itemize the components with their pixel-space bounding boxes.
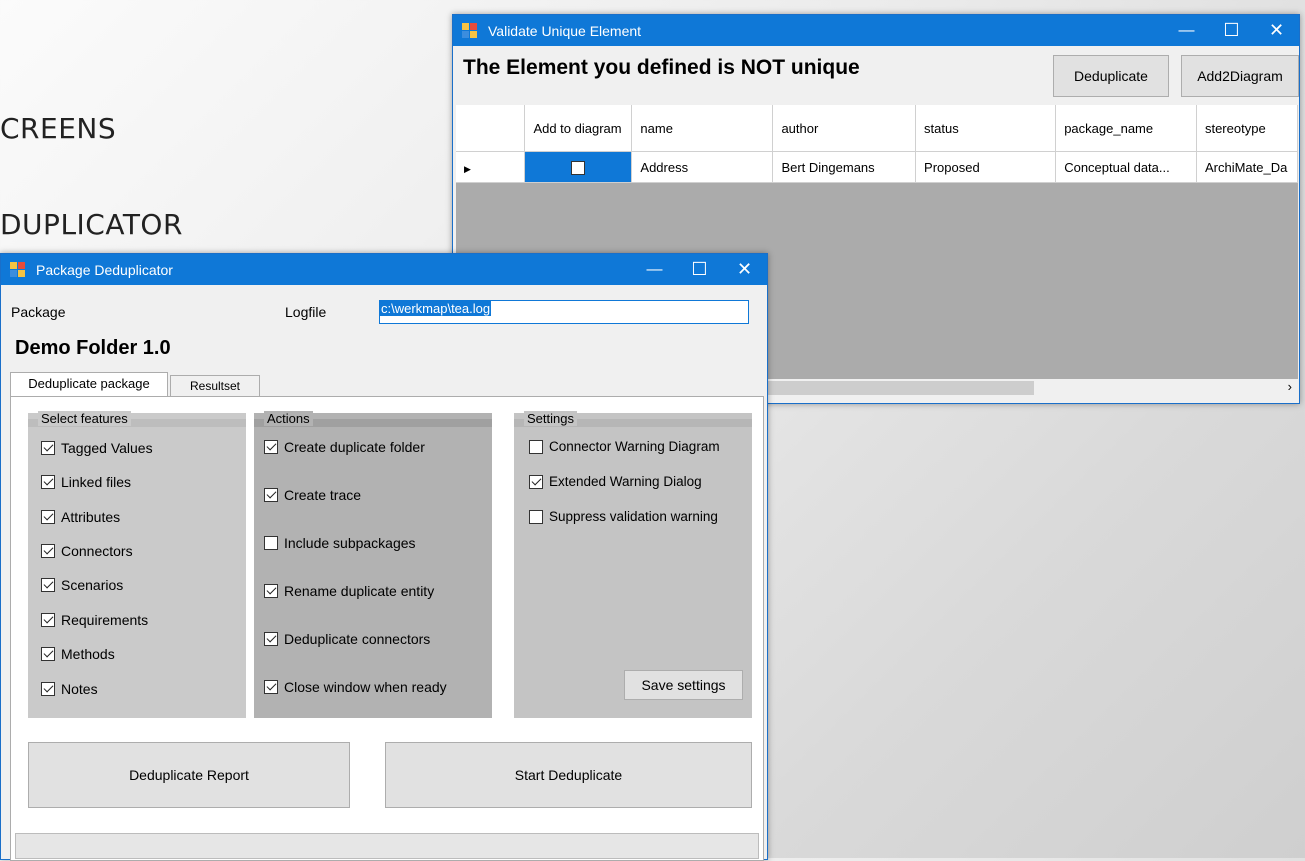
create-trace-checkbox[interactable]: Create trace [264,487,361,503]
maximize-icon[interactable]: ☐ [677,254,722,285]
attributes-checkbox[interactable]: Attributes [41,509,120,525]
row-pointer-icon: ▶ [464,163,471,174]
scenarios-checkbox[interactable]: Scenarios [41,577,123,593]
include-subpackages-checkbox[interactable]: Include subpackages [264,535,416,551]
logfile-value: c:\werkmap\tea.log [380,301,492,316]
checkbox-icon [529,474,543,489]
dedup-title: Package Deduplicator [36,261,173,278]
slide-heading-screens: CREENS [0,112,117,145]
rename-duplicate-entity-checkbox[interactable]: Rename duplicate entity [264,583,434,599]
close-icon[interactable]: ✕ [722,254,767,285]
grid-header-status[interactable]: status [915,105,1057,152]
checkbox-icon [41,544,55,558]
deduplicate-tab-page: Select features Tagged Values Linked fil… [10,396,764,861]
progress-bar [15,833,759,859]
grid-header-name[interactable]: name [631,105,774,152]
dedup-window: Package Deduplicator — ☐ ✕ Package Logfi… [0,253,768,861]
grid-header-stereotype[interactable]: stereotype [1196,105,1298,152]
tagged-values-checkbox[interactable]: Tagged Values [41,440,153,456]
add-to-diagram-cell[interactable] [524,151,633,183]
cell-package-name[interactable]: Conceptual data... [1055,151,1197,183]
settings-group-label: Settings [524,411,577,426]
connectors-checkbox[interactable]: Connectors [41,543,133,559]
checkbox-icon [529,509,543,524]
extended-warning-dialog-checkbox[interactable]: Extended Warning Dialog [529,474,702,489]
deduplicate-connectors-checkbox[interactable]: Deduplicate connectors [264,631,430,647]
suppress-validation-warning-checkbox[interactable]: Suppress validation warning [529,509,718,524]
deduplicate-button[interactable]: Deduplicate [1053,55,1169,97]
checkbox-icon [264,680,278,694]
scroll-right-icon[interactable]: › [1288,379,1292,394]
table-row[interactable]: ▶ Address Bert Dingemans Proposed Concep… [456,151,1298,183]
checkbox-icon [41,510,55,524]
logfile-input[interactable]: c:\werkmap\tea.log [379,300,749,324]
features-group: Select features Tagged Values Linked fil… [28,411,246,718]
checkbox-icon [41,682,55,696]
actions-group-label: Actions [264,411,313,426]
validate-title: Validate Unique Element [488,22,642,39]
cell-status[interactable]: Proposed [915,151,1057,183]
methods-checkbox[interactable]: Methods [41,646,115,662]
app-icon [10,261,26,278]
save-settings-button[interactable]: Save settings [624,670,743,700]
checkbox-icon [264,632,278,646]
close-window-when-ready-checkbox[interactable]: Close window when ready [264,679,447,695]
grid-header-package-name[interactable]: package_name [1055,105,1197,152]
checkbox-icon [41,647,55,661]
slide-heading-duplicator: DUPLICATOR [0,208,183,241]
checkbox-icon [41,475,55,489]
linked-files-checkbox[interactable]: Linked files [41,474,131,490]
features-group-label: Select features [38,411,131,426]
logfile-label: Logfile [285,304,327,320]
cell-stereotype[interactable]: ArchiMate_Da [1196,151,1298,183]
tab-resultset[interactable]: Resultset [170,375,260,397]
grid-corner [456,105,526,152]
minimize-icon[interactable]: — [632,254,677,285]
create-duplicate-folder-checkbox[interactable]: Create duplicate folder [264,439,425,455]
connector-warning-diagram-checkbox[interactable]: Connector Warning Diagram [529,439,720,454]
grid-header-author[interactable]: author [772,105,917,152]
settings-group: Settings Connector Warning Diagram Exten… [514,411,752,718]
checkbox-icon [41,441,55,455]
add2diagram-button[interactable]: Add2Diagram [1181,55,1299,97]
package-label: Package [11,304,66,320]
minimize-icon[interactable]: — [1164,15,1209,46]
grid-header-row: Add to diagram name author status packag… [456,105,1298,152]
checkbox-icon [264,440,278,454]
row-selector[interactable]: ▶ [456,151,526,183]
scrollbar-thumb[interactable] [768,381,1034,395]
validate-titlebar[interactable]: Validate Unique Element — ☐ ✕ [453,15,1299,46]
tab-deduplicate-package[interactable]: Deduplicate package [10,372,168,397]
cell-name[interactable]: Address [631,151,774,183]
start-deduplicate-button[interactable]: Start Deduplicate [385,742,752,808]
requirements-checkbox[interactable]: Requirements [41,612,148,628]
checkbox-icon [529,439,543,454]
package-name: Demo Folder 1.0 [15,337,171,359]
validate-heading: The Element you defined is NOT unique [463,56,860,79]
close-icon[interactable]: ✕ [1254,15,1299,46]
maximize-icon[interactable]: ☐ [1209,15,1254,46]
actions-group: Actions Create duplicate folder Create t… [254,411,492,718]
grid-header-add-to-diagram[interactable]: Add to diagram [524,105,633,152]
checkbox-icon [41,578,55,592]
checkbox-icon [264,488,278,502]
checkbox-icon [264,536,278,550]
checkbox-icon [264,584,278,598]
deduplicate-report-button[interactable]: Deduplicate Report [28,742,350,808]
cell-author[interactable]: Bert Dingemans [772,151,917,183]
app-icon [462,22,478,39]
notes-checkbox[interactable]: Notes [41,681,98,697]
dedup-titlebar[interactable]: Package Deduplicator — ☐ ✕ [1,254,767,285]
checkbox-icon [41,613,55,627]
add-to-diagram-checkbox[interactable] [571,160,586,175]
